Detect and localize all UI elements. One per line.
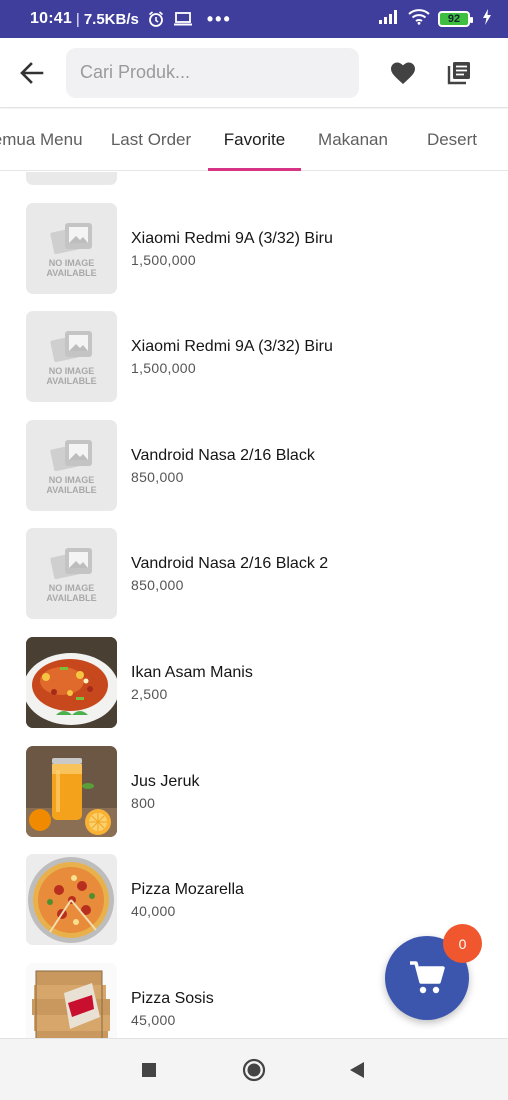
pizza-photo	[26, 854, 117, 945]
no-image-text: NO IMAGE	[48, 582, 95, 593]
product-price: 850,000	[131, 468, 184, 485]
library-books-icon	[447, 61, 470, 84]
list-item[interactable]: NO IMAGE AVAILABLE Xiaomi Redmi 9A (3/32…	[0, 203, 508, 295]
product-name: Vandroid Nasa 2/16 Black 2	[131, 554, 329, 572]
no-image-placeholder: NO IMAGE AVAILABLE	[26, 420, 117, 511]
heart-icon	[391, 62, 415, 84]
image-placeholder-icon	[49, 439, 92, 471]
status-time: 10:41	[30, 10, 72, 27]
tab-label: Favorite	[223, 130, 286, 149]
pizza-box-photo	[26, 963, 117, 1038]
product-info: Xiaomi Redmi 9A (3/32) Biru 1,500,000	[131, 337, 333, 378]
product-info: Pizza Mozarella 40,000	[131, 880, 244, 921]
recents-button[interactable]	[119, 1039, 179, 1100]
shopping-cart-icon	[410, 961, 445, 994]
search-input[interactable]	[80, 62, 359, 83]
signal-icon	[378, 9, 400, 30]
favorites-button[interactable]	[375, 38, 431, 108]
alarm-icon	[147, 10, 165, 28]
list-item[interactable]: NO IMAGE AVAILABLE Vandroid Nasa 2/16 Bl…	[0, 420, 508, 512]
tab-label: Desert	[426, 130, 478, 149]
list-item[interactable]: NO IMAGE AVAILABLE Xiaomi Redmi 9A (3/32…	[0, 311, 508, 403]
list-item[interactable]: Pizza Mozarella 40,000	[0, 854, 508, 946]
no-image-text: AVAILABLE	[46, 592, 97, 603]
no-image-text: NO IMAGE	[48, 365, 95, 376]
product-list[interactable]: NO IMAGE AVAILABLE Xiaomi Redmi 9A (3/32…	[0, 172, 508, 1038]
list-item[interactable]: Jus Jeruk 800	[0, 746, 508, 838]
no-image-placeholder: NO IMAGE AVAILABLE	[26, 203, 117, 294]
active-tab-indicator	[208, 168, 301, 171]
product-price: 40,000	[131, 902, 176, 919]
wifi-icon	[408, 8, 430, 30]
product-name: Pizza Mozarella	[131, 880, 244, 898]
product-info: Vandroid Nasa 2/16 Black 850,000	[131, 446, 315, 487]
no-image-text: AVAILABLE	[46, 375, 97, 386]
no-image-text: NO IMAGE	[48, 257, 95, 268]
product-info: Pizza Sosis 45,000	[131, 989, 214, 1030]
product-price: 45,000	[131, 1011, 176, 1028]
product-price: 800	[131, 794, 156, 811]
category-tabs: Semua Menu Last Order Favorite Makanan D…	[0, 109, 508, 171]
back-arrow-icon	[20, 61, 44, 84]
orange-juice-photo	[26, 746, 117, 837]
product-price: 1,500,000	[131, 251, 196, 268]
triangle-back-icon	[350, 1062, 364, 1078]
more-notifications: •••	[206, 9, 232, 29]
product-price: 2,500	[131, 685, 168, 702]
tab-label: Makanan	[318, 130, 388, 149]
status-separator: |	[75, 10, 80, 28]
network-speed: 7.5KB/s	[83, 10, 139, 28]
status-bar: 10:41 | 7.5KB/s ••• 92	[0, 0, 508, 38]
list-item[interactable]: NO IMAGE AVAILABLE Vandroid Nasa 2/16 Bl…	[0, 528, 508, 620]
laptop-icon	[173, 11, 193, 27]
image-placeholder-icon	[49, 547, 92, 579]
battery-icon: 92	[438, 11, 473, 27]
tab-semua-menu[interactable]: Semua Menu	[0, 109, 97, 171]
tab-last-order[interactable]: Last Order	[104, 109, 198, 171]
image-placeholder-icon	[49, 222, 92, 254]
search-box[interactable]	[66, 47, 359, 98]
product-name: Ikan Asam Manis	[131, 663, 253, 681]
tab-makanan[interactable]: Makanan	[308, 109, 398, 171]
product-info: Vandroid Nasa 2/16 Black 2 850,000	[131, 554, 328, 595]
app-screen: 10:41 | 7.5KB/s ••• 92 Cari Produk... mu…	[0, 0, 508, 1100]
product-price: 1,500,000	[131, 359, 196, 376]
cart-count-badge: 0	[443, 924, 482, 963]
home-button[interactable]	[224, 1039, 284, 1100]
product-price: 850,000	[131, 576, 184, 593]
back-button[interactable]	[0, 38, 64, 108]
tab-label: Last Order	[110, 130, 192, 149]
system-back-button[interactable]	[327, 1039, 387, 1100]
no-image-placeholder: NO IMAGE AVAILABLE	[26, 528, 117, 619]
system-navigation-bar	[0, 1038, 508, 1100]
image-placeholder-icon	[49, 330, 92, 362]
product-name: Xiaomi Redmi 9A (3/32) Biru	[131, 229, 333, 247]
product-thumbnail	[26, 172, 117, 185]
list-item[interactable]: Ikan Asam Manis 2,500	[0, 637, 508, 729]
product-info: Jus Jeruk 800	[131, 772, 199, 813]
tab-label: Semua Menu	[0, 130, 83, 149]
product-info: Ikan Asam Manis 2,500	[131, 663, 253, 704]
no-image-text: AVAILABLE	[46, 484, 97, 495]
no-image-text: NO IMAGE	[48, 474, 95, 485]
product-name: Pizza Sosis	[131, 989, 214, 1007]
square-icon	[142, 1063, 156, 1077]
product-info: Xiaomi Redmi 9A (3/32) Biru 1,500,000	[131, 229, 333, 270]
circle-home-icon	[242, 1058, 266, 1082]
tab-desert[interactable]: Desert	[414, 109, 490, 171]
product-name: Xiaomi Redmi 9A (3/32) Biru	[131, 337, 333, 355]
library-button[interactable]	[431, 38, 487, 108]
product-name: Jus Jeruk	[131, 772, 200, 790]
tab-favorite[interactable]: Favorite	[208, 109, 301, 171]
no-image-text: AVAILABLE	[46, 267, 97, 278]
charging-icon	[482, 8, 492, 30]
top-app-bar	[0, 38, 508, 108]
no-image-placeholder: NO IMAGE AVAILABLE	[26, 311, 117, 402]
fish-dish-photo	[26, 637, 117, 728]
product-name: Vandroid Nasa 2/16 Black	[131, 446, 315, 464]
